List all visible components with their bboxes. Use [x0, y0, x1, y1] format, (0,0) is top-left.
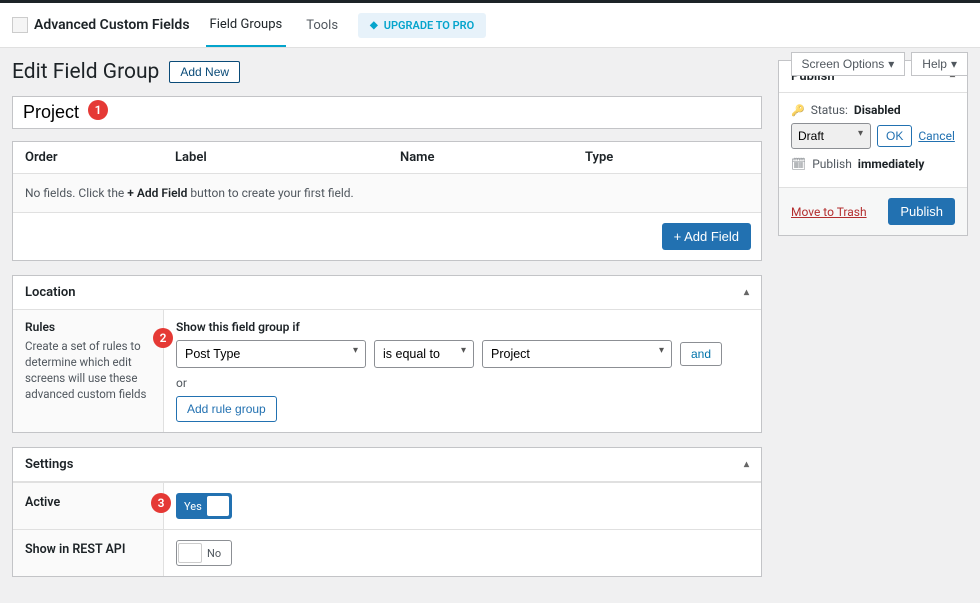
settings-panel: Settings ▴ Active Yes 3 Show in REST API: [12, 447, 762, 577]
restapi-toggle[interactable]: No: [176, 540, 232, 566]
location-title: Location: [25, 285, 76, 300]
col-name: Name: [400, 150, 585, 165]
brand-icon: [12, 17, 28, 33]
status-cancel-link[interactable]: Cancel: [918, 129, 955, 143]
col-type: Type: [585, 150, 749, 165]
show-if-label: Show this field group if: [176, 320, 749, 334]
brand: Advanced Custom Fields: [12, 17, 190, 33]
publish-body: 🔑 Status: Disabled Draft OK Cancel 🗓 Pub…: [779, 93, 967, 187]
nav-tools[interactable]: Tools: [302, 4, 342, 46]
or-text: or: [176, 376, 749, 390]
page-title: Edit Field Group: [12, 60, 159, 84]
page-heading: Edit Field Group Add New: [12, 60, 762, 84]
add-field-button[interactable]: + Add Field: [662, 223, 751, 250]
add-new-button[interactable]: Add New: [169, 61, 240, 83]
rule-value-select[interactable]: Project: [482, 340, 672, 368]
active-yes-label: Yes: [178, 500, 206, 513]
fields-panel: Order Label Name Type No fields. Click t…: [12, 141, 762, 261]
top-bar: Advanced Custom Fields Field Groups Tool…: [0, 0, 980, 48]
publish-date-value: immediately: [858, 157, 925, 171]
status-value: Disabled: [854, 103, 901, 117]
rule-param-select[interactable]: Post Type: [176, 340, 366, 368]
help-button[interactable]: Help ▾: [911, 52, 968, 76]
col-label: Label: [175, 150, 400, 165]
side-column: Publish ▴ 🔑 Status: Disabled Draft OK Ca…: [778, 60, 968, 591]
calendar-icon: 🗓: [791, 157, 806, 171]
fields-footer: + Add Field: [13, 213, 761, 260]
publish-footer: Move to Trash Publish: [779, 187, 967, 235]
and-button[interactable]: and: [680, 342, 722, 366]
title-wrap: 1: [12, 96, 762, 129]
move-to-trash-link[interactable]: Move to Trash: [791, 205, 867, 219]
publish-button[interactable]: Publish: [888, 198, 955, 225]
empty-after: button to create your first field.: [187, 186, 353, 200]
brand-text: Advanced Custom Fields: [34, 17, 190, 33]
diamond-icon: ◆: [370, 20, 378, 31]
add-rule-group-button[interactable]: Add rule group: [176, 396, 277, 422]
rule-operator-select[interactable]: is equal to: [374, 340, 474, 368]
publish-metabox: Publish ▴ 🔑 Status: Disabled Draft OK Ca…: [778, 60, 968, 236]
screen-meta-buttons: Screen Options▾ Help▾: [791, 52, 968, 76]
setting-restapi-label: Show in REST API: [13, 530, 163, 576]
location-panel: Location ▴ Rules Create a set of rules t…: [12, 275, 762, 433]
fields-header-row: Order Label Name Type: [13, 142, 761, 174]
rules-label: Rules: [25, 320, 151, 334]
setting-active-row: Active Yes 3: [13, 482, 761, 529]
settings-panel-heading[interactable]: Settings ▴: [13, 448, 761, 482]
collapse-icon: ▴: [744, 287, 749, 298]
setting-restapi-row: Show in REST API No: [13, 529, 761, 576]
location-main: Show this field group if Post Type is eq…: [163, 310, 761, 432]
toggle-knob: [207, 496, 229, 516]
caret-down-icon: ▾: [888, 57, 894, 71]
publish-date-row: 🗓 Publish immediately: [791, 157, 955, 171]
restapi-no-label: No: [203, 547, 221, 560]
status-ok-button[interactable]: OK: [877, 125, 912, 147]
publish-date-label: Publish: [812, 157, 852, 171]
help-label: Help: [922, 57, 947, 71]
status-label: Status:: [811, 103, 848, 117]
location-body: Rules Create a set of rules to determine…: [13, 310, 761, 432]
upgrade-to-pro-button[interactable]: ◆ UPGRADE TO PRO: [358, 13, 486, 38]
status-select[interactable]: Draft: [791, 123, 871, 149]
empty-before: No fields. Click the: [25, 186, 127, 200]
screen-options-label: Screen Options: [802, 57, 885, 71]
setting-active-value: Yes: [163, 483, 761, 529]
setting-active-label: Active: [13, 483, 163, 529]
setting-restapi-value: No: [163, 530, 761, 576]
rules-desc: Create a set of rules to determine which…: [25, 338, 151, 402]
group-title-input[interactable]: [12, 96, 762, 129]
content-area: Edit Field Group Add New 1 Order Label N…: [0, 48, 980, 603]
status-row: 🔑 Status: Disabled: [791, 103, 955, 117]
screen-options-button[interactable]: Screen Options▾: [791, 52, 906, 76]
main-column: Edit Field Group Add New 1 Order Label N…: [12, 60, 762, 591]
rule-row: Post Type is equal to Project and: [176, 340, 749, 368]
location-panel-heading[interactable]: Location ▴: [13, 276, 761, 310]
key-icon: 🔑: [791, 104, 805, 117]
location-sidebar: Rules Create a set of rules to determine…: [13, 310, 163, 432]
collapse-icon: ▴: [744, 459, 749, 470]
caret-down-icon: ▾: [951, 57, 957, 71]
fields-empty-message: No fields. Click the + Add Field button …: [13, 174, 761, 213]
upgrade-label: UPGRADE TO PRO: [384, 19, 475, 32]
active-toggle[interactable]: Yes: [176, 493, 232, 519]
col-order: Order: [25, 150, 175, 165]
status-edit-row: Draft OK Cancel: [791, 123, 955, 149]
nav-field-groups[interactable]: Field Groups: [206, 3, 287, 47]
empty-bold: + Add Field: [127, 186, 187, 200]
toggle-knob: [178, 543, 202, 563]
settings-title: Settings: [25, 457, 73, 472]
